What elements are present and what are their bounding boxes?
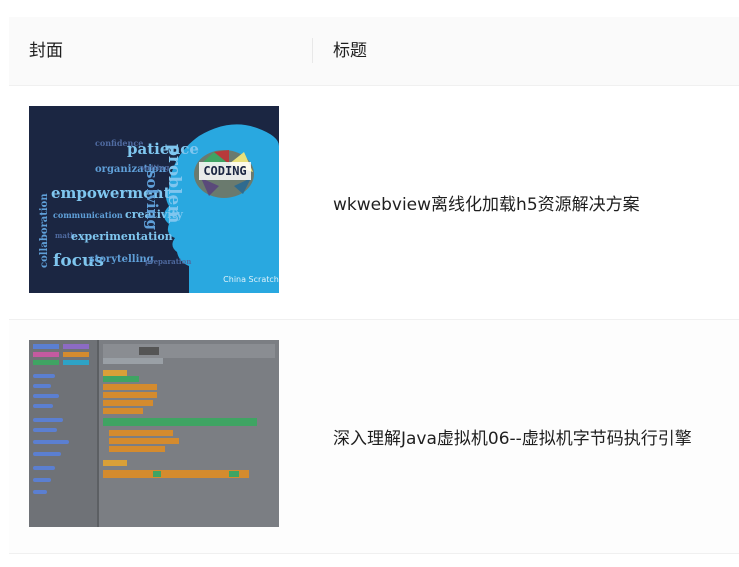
column-divider	[312, 38, 313, 63]
word-cloud-word: collaboration	[39, 193, 50, 268]
word-cloud-word: patience	[127, 140, 199, 158]
cover-image-scratch[interactable]	[29, 340, 279, 527]
word-cloud-word: problem	[164, 144, 184, 223]
word-cloud-word: preparation	[145, 257, 191, 266]
word-cloud-word: solving	[143, 170, 161, 230]
table-row[interactable]: 深入理解Java虚拟机06--虚拟机字节码执行引擎	[9, 320, 739, 554]
column-header-title: 标题	[333, 41, 367, 61]
word-cloud-word: communication	[53, 210, 123, 220]
article-title-link[interactable]: wkwebview离线化加载h5资源解决方案	[333, 86, 640, 319]
column-header-cover: 封面	[29, 41, 63, 61]
table-row[interactable]: CODING China Scratch confidence patience o…	[9, 86, 739, 320]
word-cloud-word: experimentation	[71, 230, 173, 243]
article-title-link[interactable]: 深入理解Java虚拟机06--虚拟机字节码执行引擎	[333, 320, 692, 553]
articles-table: 封面 标题 CODING China Scratch confidence pa…	[9, 17, 739, 554]
word-cloud-word: storytelling	[89, 254, 154, 265]
watermark-text: China Scratch	[223, 275, 279, 284]
cover-image-coding[interactable]: CODING China Scratch confidence patience o…	[29, 106, 279, 293]
table-header: 封面 标题	[9, 17, 739, 86]
coding-badge-text: CODING	[203, 164, 246, 178]
